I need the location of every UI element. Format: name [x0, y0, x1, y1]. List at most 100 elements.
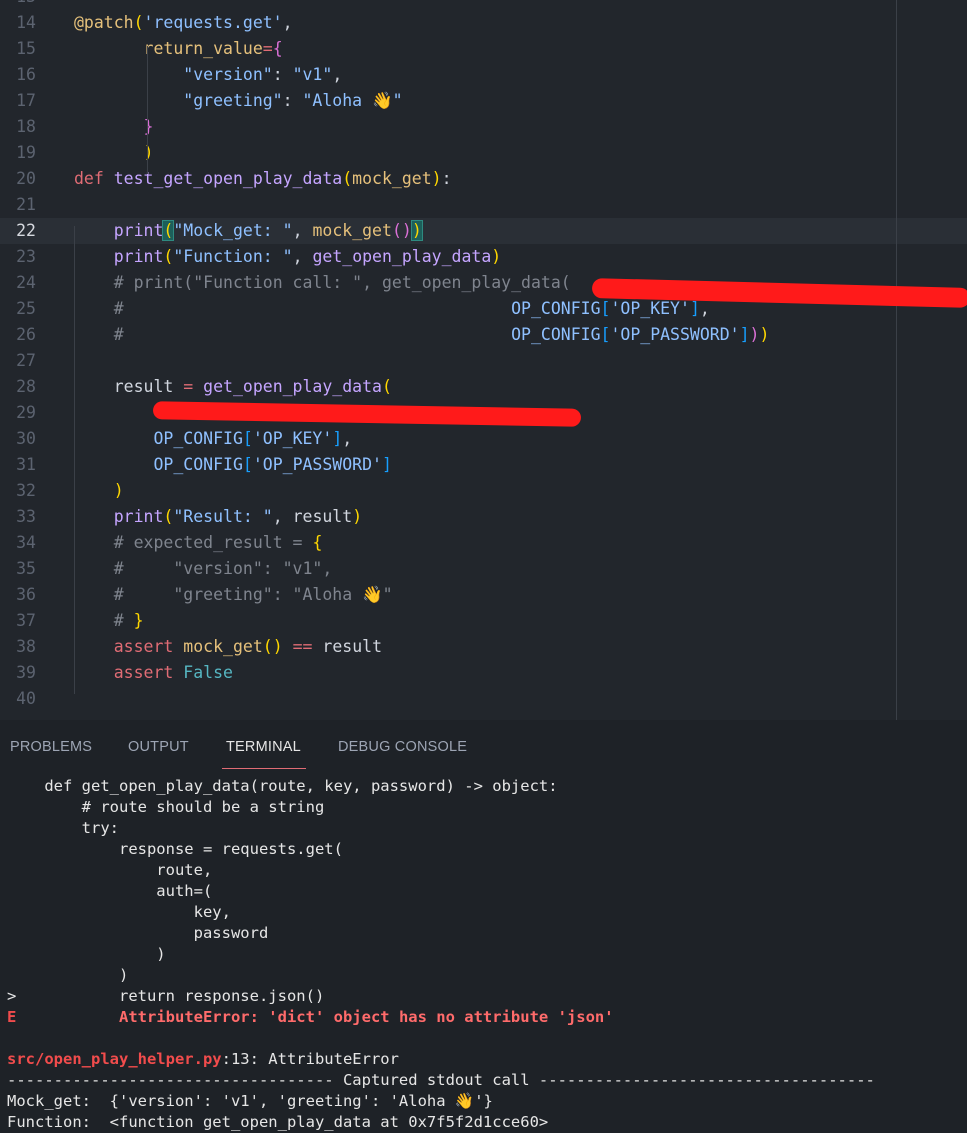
code-text: assert mock_get() == result [113, 637, 383, 656]
terminal-line: src/open_play_helper.py:13: AttributeErr… [7, 1050, 399, 1068]
tab-debug-console[interactable]: DEBUG CONSOLE [338, 739, 467, 755]
line-number: 40 [16, 689, 36, 708]
code-line[interactable]: 20 def test_get_open_play_data(mock_get): [0, 166, 967, 192]
code-text: print("Function: ", get_open_play_data) [113, 247, 502, 266]
line-number: 26 [16, 325, 36, 344]
bottom-panel: PROBLEMS OUTPUT TERMINAL DEBUG CONSOLE d… [0, 720, 967, 1133]
code-line[interactable]: 18 } [0, 114, 967, 140]
editor-ruler [896, 0, 897, 720]
code-text: "greeting": "Aloha 👋" [183, 91, 403, 110]
line-number: 36 [16, 585, 36, 604]
tab-problems[interactable]: PROBLEMS [10, 739, 92, 755]
code-line[interactable]: 27 [0, 348, 967, 374]
code-text: # OP_CONFIG['OP_PASSWORD'])) [113, 325, 770, 344]
code-text: print("Mock_get: ", mock_get()) [113, 220, 423, 241]
line-number: 13 [0, 0, 36, 10]
terminal-line: key, [7, 903, 231, 921]
code-line[interactable]: 30 OP_CONFIG['OP_KEY'], [0, 426, 967, 452]
code-text: # OP_CONFIG['OP_KEY'], [113, 299, 710, 318]
code-line[interactable]: 14 @patch('requests.get', [0, 10, 967, 36]
line-number: 35 [16, 559, 36, 578]
terminal-output[interactable]: def get_open_play_data(route, key, passw… [0, 776, 967, 1133]
line-number: 19 [16, 143, 36, 162]
line-number: 22 [16, 221, 36, 240]
terminal-line: Function: <function get_open_play_data a… [7, 1113, 549, 1131]
terminal-line: # route should be a string [7, 798, 325, 816]
code-text: # print("Function call: ", get_open_play… [113, 273, 571, 292]
terminal-line: ) [7, 945, 166, 963]
line-number: 39 [16, 663, 36, 682]
code-line[interactable]: 31 OP_CONFIG['OP_PASSWORD'] [0, 452, 967, 478]
code-text: def test_get_open_play_data(mock_get): [74, 169, 452, 188]
code-line[interactable]: 40 [0, 686, 967, 712]
line-number: 27 [16, 351, 36, 370]
code-text: # } [113, 611, 144, 630]
code-line[interactable]: 26 # OP_CONFIG['OP_PASSWORD'])) [0, 322, 967, 348]
line-number: 38 [16, 637, 36, 656]
code-line[interactable]: 38 assert mock_get() == result [0, 634, 967, 660]
code-line[interactable]: 39 assert False [0, 660, 967, 686]
terminal-line: ----------------------------------- Capt… [7, 1071, 875, 1089]
terminal-line: password [7, 924, 269, 942]
line-number: 17 [16, 91, 36, 110]
indent-guide [147, 46, 148, 174]
line-number: 33 [16, 507, 36, 526]
code-line[interactable]: 35 # "version": "v1", [0, 556, 967, 582]
code-editor[interactable]: 13 14 @patch('requests.get', 15 return_valu… [0, 0, 967, 720]
code-line[interactable]: 19 ) [0, 140, 967, 166]
code-text: print("Result: ", result) [113, 507, 363, 526]
code-line[interactable]: 28 result = get_open_play_data( [0, 374, 967, 400]
code-text: assert False [113, 663, 233, 682]
panel-tabs: PROBLEMS OUTPUT TERMINAL DEBUG CONSOLE [0, 720, 967, 772]
code-line[interactable]: 13 [0, 0, 967, 10]
line-number: 16 [16, 65, 36, 84]
code-line[interactable]: 37 # } [0, 608, 967, 634]
active-tab-indicator [222, 768, 306, 769]
line-number: 15 [16, 39, 36, 58]
code-line[interactable]: 16 "version": "v1", [0, 62, 967, 88]
tab-output[interactable]: OUTPUT [128, 739, 189, 755]
code-text: # "version": "v1", [113, 559, 333, 578]
code-line[interactable]: 36 # "greeting": "Aloha 👋" [0, 582, 967, 608]
terminal-line: def get_open_play_data(route, key, passw… [7, 777, 558, 795]
code-text: ) [113, 481, 124, 500]
line-number: 18 [16, 117, 36, 136]
line-number: 32 [16, 481, 36, 500]
line-number: 23 [16, 247, 36, 266]
terminal-line: auth=( [7, 882, 213, 900]
line-number: 24 [16, 273, 36, 292]
code-line[interactable]: 17 "greeting": "Aloha 👋" [0, 88, 967, 114]
code-line[interactable]: 23 print("Function: ", get_open_play_dat… [0, 244, 967, 270]
line-number: 20 [16, 169, 36, 188]
code-line[interactable]: 32 ) [0, 478, 967, 504]
code-text: ) [143, 143, 154, 162]
line-number: 30 [16, 429, 36, 448]
indent-guide [74, 226, 75, 694]
code-line[interactable]: 34 # expected_result = { [0, 530, 967, 556]
code-text: @patch('requests.get', [74, 13, 293, 32]
line-number: 29 [16, 403, 36, 422]
line-number: 28 [16, 377, 36, 396]
code-text: OP_CONFIG['OP_PASSWORD'] [153, 455, 392, 474]
code-text: } [143, 117, 154, 136]
line-number: 25 [16, 299, 36, 318]
tab-terminal[interactable]: TERMINAL [226, 739, 301, 755]
code-text: return_value={ [143, 39, 283, 58]
terminal-line: > return response.json() [7, 987, 325, 1005]
code-line[interactable]: 15 return_value={ [0, 36, 967, 62]
code-text: # "greeting": "Aloha 👋" [113, 585, 393, 604]
terminal-line: E AttributeError: 'dict' object has no a… [7, 1008, 614, 1026]
code-line[interactable]: 33 print("Result: ", result) [0, 504, 967, 530]
terminal-line: route, [7, 861, 213, 879]
terminal-line: ) [7, 966, 129, 984]
code-line[interactable]: 22 print("Mock_get: ", mock_get()) [0, 218, 967, 244]
code-line[interactable]: 21 [0, 192, 967, 218]
line-number: 21 [16, 195, 36, 214]
line-number: 31 [16, 455, 36, 474]
terminal-line: response = requests.get( [7, 840, 343, 858]
line-number: 14 [16, 13, 36, 32]
code-text: "version": "v1", [183, 65, 343, 84]
terminal-line: Mock_get: {'version': 'v1', 'greeting': … [7, 1092, 493, 1110]
line-number: 37 [16, 611, 36, 630]
